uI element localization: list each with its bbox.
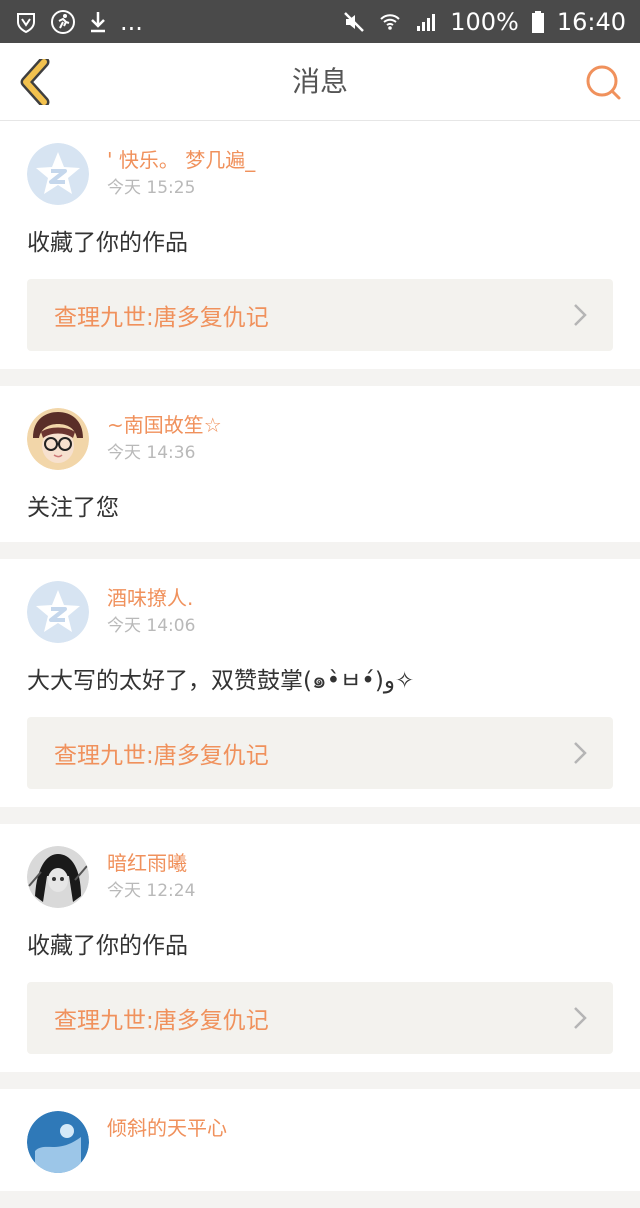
work-link[interactable]: 查理九世:唐多复仇记 [27,717,613,789]
nav-bar: 消息 [0,43,640,121]
work-link[interactable]: 查理九世:唐多复仇记 [27,279,613,351]
glasses-girl-avatar-icon [27,408,89,470]
message-text: 收藏了你的作品 [27,230,188,256]
shield-icon [14,10,38,34]
status-bar-right: 100% 16:40 [342,8,626,36]
message-header: 倾斜的天平心 [27,1111,613,1173]
message-card[interactable]: 酒味撩人. 今天 14:06 大大写的太好了，双赞鼓掌(๑•̀ㅂ•́)و✧ 查理… [0,559,640,807]
running-icon [50,9,76,35]
timestamp: 今天 14:06 [107,616,196,636]
wifi-icon [378,10,402,34]
username[interactable]: 酒味撩人. [107,585,195,611]
message-text: 关注了您 [27,495,119,521]
chevron-right-icon [573,1006,587,1030]
work-link[interactable]: 查理九世:唐多复仇记 [27,982,613,1054]
timestamp: 今天 12:24 [107,881,196,901]
download-icon [88,10,108,34]
search-icon [586,65,621,100]
more-notifications: ... [120,7,143,36]
message-meta: 倾斜的天平心 [107,1111,227,1141]
message-header: ~南国故笙☆ 今天 14:36 [27,408,613,470]
work-title: 查理九世:唐多复仇记 [54,743,269,769]
mute-icon [342,10,366,34]
username[interactable]: 倾斜的天平心 [107,1115,227,1141]
message-meta: ~南国故笙☆ 今天 14:36 [107,408,222,466]
username[interactable]: ' 快乐。 梦几遍_ [107,147,255,173]
timestamp: 今天 15:25 [107,178,196,198]
status-bar-left: ... [14,8,143,36]
blue-photo-avatar-icon [27,1111,89,1173]
message-card[interactable]: 倾斜的天平心 [0,1089,640,1191]
message-header: ' 快乐。 梦几遍_ 今天 15:25 [27,143,613,205]
chevron-right-icon [573,303,587,327]
message-meta: 酒味撩人. 今天 14:06 [107,581,195,639]
default-qq-avatar-icon [27,581,89,643]
timestamp: 今天 14:36 [107,443,196,463]
signal-icon [414,10,438,34]
dark-anime-avatar-icon [27,846,89,908]
avatar[interactable] [27,846,89,908]
message-meta: ' 快乐。 梦几遍_ 今天 15:25 [107,143,255,201]
battery-icon [531,10,545,34]
battery-percent: 100% [450,7,519,36]
work-title: 查理九世:唐多复仇记 [54,305,269,331]
avatar[interactable] [27,581,89,643]
work-title: 查理九世:唐多复仇记 [54,1008,269,1034]
default-qq-avatar-icon [27,143,89,205]
message-list: ' 快乐。 梦几遍_ 今天 15:25 收藏了你的作品 查理九世:唐多复仇记 ~… [0,121,640,1208]
message-card[interactable]: ' 快乐。 梦几遍_ 今天 15:25 收藏了你的作品 查理九世:唐多复仇记 [0,121,640,369]
chevron-right-icon [573,741,587,765]
message-card[interactable]: 暗红雨曦 今天 12:24 收藏了你的作品 查理九世:唐多复仇记 [0,824,640,1072]
avatar[interactable] [27,1111,89,1173]
clock: 16:40 [556,7,626,36]
message-text: 收藏了你的作品 [27,933,188,959]
avatar[interactable] [27,408,89,470]
status-bar: ... 100% 16:40 [0,0,640,43]
search-button[interactable] [584,63,624,103]
username[interactable]: 暗红雨曦 [107,850,195,876]
message-meta: 暗红雨曦 今天 12:24 [107,846,195,904]
message-card[interactable]: ~南国故笙☆ 今天 14:36 关注了您 [0,386,640,542]
avatar[interactable] [27,143,89,205]
message-text: 大大写的太好了，双赞鼓掌(๑•̀ㅂ•́)و✧ [27,668,415,694]
message-header: 暗红雨曦 今天 12:24 [27,846,613,908]
username[interactable]: ~南国故笙☆ [107,412,222,438]
page-title: 消息 [291,65,348,98]
message-header: 酒味撩人. 今天 14:06 [27,581,613,643]
